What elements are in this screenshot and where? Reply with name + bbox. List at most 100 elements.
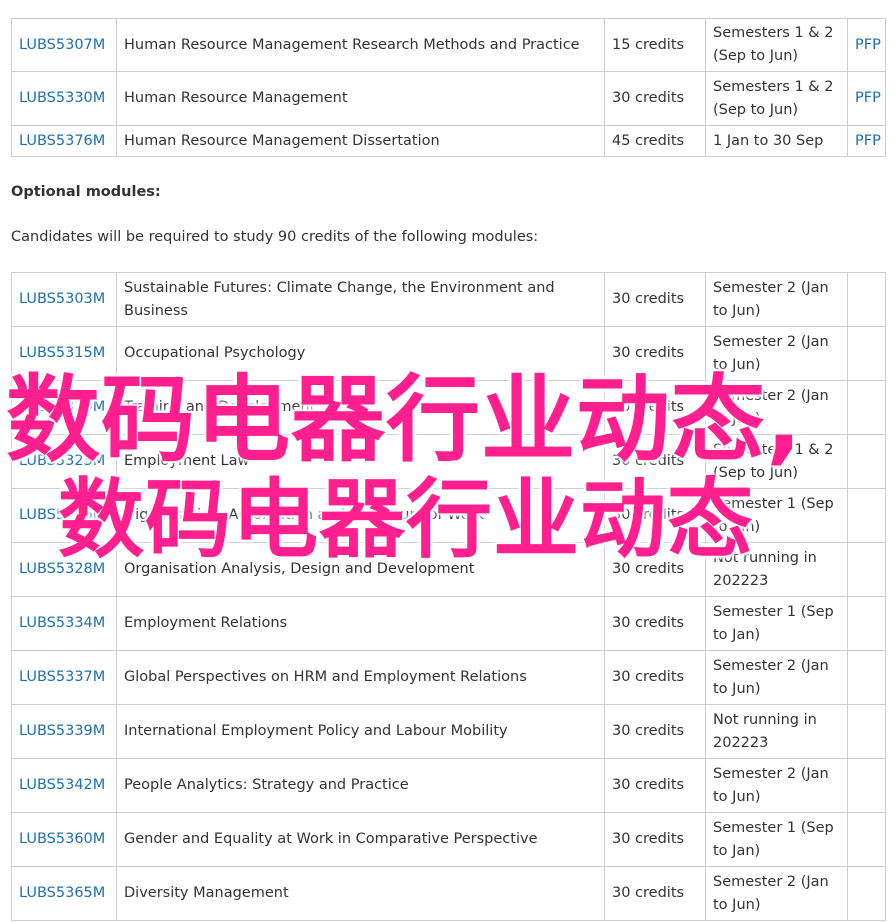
module-code-cell[interactable]: LUBS5337M [11,650,117,705]
module-semester-line1: Semester 2 (Jan [713,387,829,404]
module-semester-line1: Semester 2 (Jan [713,333,829,350]
module-code-link[interactable]: LUBS5320M [19,399,105,415]
module-title-line1: Sustainable Futures: Climate Change, the… [124,279,555,296]
module-semester-line2: to Jun) [713,788,761,805]
module-code-link[interactable]: LUBS5365M [19,885,105,901]
pfp-cell[interactable]: PFP [847,18,886,72]
module-credits: 30 credits [604,650,706,705]
module-code-link[interactable]: LUBS5339M [19,723,105,739]
module-title-line2: Business [124,302,188,319]
module-semester: Semesters 1 & 2 (Sep to Jun) [705,71,848,126]
module-semester-line1: Semester 2 (Jan [713,873,829,890]
module-credits: 30 credits [604,866,706,921]
module-semester-line2: to Jun) [713,356,761,373]
module-code-cell[interactable]: LUBS5326M [11,488,117,543]
module-code-cell[interactable]: LUBS5334M [11,596,117,651]
module-code-cell[interactable]: LUBS5323M [11,434,117,489]
module-credits: 30 credits [604,434,706,489]
module-code-cell[interactable]: LUBS5376M [11,125,117,157]
module-code-link[interactable]: LUBS5323M [19,453,105,469]
pfp-cell [847,434,886,489]
module-credits: 45 credits [604,125,706,157]
module-code-cell[interactable]: LUBS5365M [11,866,117,921]
module-title-line1: International Employment Policy and Labo… [124,723,508,739]
pfp-link[interactable]: PFP [855,133,881,149]
module-title: Organisation Analysis, Design and Develo… [116,542,605,597]
module-code-link[interactable]: LUBS5337M [19,669,105,685]
module-semester: Semester 2 (Jan to Jun) [705,866,848,921]
module-title: Global Perspectives on HRM and Employmen… [116,650,605,705]
table-row: LUBS5320M Training and Development 30 cred… [11,380,886,435]
module-title: Digitalisation, Automation and the Futur… [116,488,605,543]
module-credits: 30 credits [604,272,706,327]
module-code-cell[interactable]: LUBS5330M [11,71,117,126]
module-semester-line2: to Jan) [713,842,761,859]
pfp-cell [847,380,886,435]
module-credits: 30 credits [604,596,706,651]
module-title-line1: Digitalisation, Automation and the Futur… [124,507,484,523]
pfp-cell[interactable]: PFP [847,71,886,126]
module-semester-line1: Semesters 1 & 2 [713,441,834,458]
module-semester: Semester 2 (Jan to Jun) [705,650,848,705]
table-row: LUBS5342M People Analytics: Strategy and … [11,758,886,813]
module-code-cell[interactable]: LUBS5342M [11,758,117,813]
module-semester-line2: 202223 [713,572,769,589]
module-code-link[interactable]: LUBS5360M [19,831,105,847]
module-code-link[interactable]: LUBS5342M [19,777,105,793]
pfp-cell [847,650,886,705]
module-semester-line1: Semester 1 (Sep [713,603,834,620]
module-title: Gender and Equality at Work in Comparati… [116,812,605,867]
pfp-cell [847,326,886,381]
module-code-link[interactable]: LUBS5376M [19,133,105,149]
module-semester-line2: to Jan) [713,518,761,535]
module-code-cell[interactable]: LUBS5320M [11,380,117,435]
table-row: LUBS5365M Diversity Management 30 credits S… [11,866,886,921]
module-code-link[interactable]: LUBS5307M [19,37,105,53]
module-semester-line1: Not running in [713,711,817,728]
module-title: Employment Law [116,434,605,489]
module-credits: 30 credits [604,326,706,381]
module-title: Human Resource Management Research Metho… [116,18,605,72]
module-credits: 30 credits [604,542,706,597]
module-semester: 1 Jan to 30 Sep [705,125,848,157]
module-credits: 30 credits [604,758,706,813]
module-code-cell[interactable]: LUBS5315M [11,326,117,381]
module-code-link[interactable]: LUBS5315M [19,345,105,361]
pfp-cell[interactable]: PFP [847,125,886,157]
module-semester-line1: Semester 1 (Sep [713,495,834,512]
pfp-cell [847,596,886,651]
pfp-cell [847,758,886,813]
module-credits: 30 credits [604,71,706,126]
module-code-cell[interactable]: LUBS5328M [11,542,117,597]
module-code-link[interactable]: LUBS5303M [19,291,105,307]
optional-modules-body: LUBS5303M Sustainable Futures: Climate Ch… [11,272,886,921]
module-credits: 30 credits [604,488,706,543]
module-code-link[interactable]: LUBS5330M [19,90,105,106]
module-code-link[interactable]: LUBS5334M [19,615,105,631]
module-code-cell[interactable]: LUBS5360M [11,812,117,867]
table-row: LUBS5303M Sustainable Futures: Climate Ch… [11,272,886,327]
module-credits: 30 credits [604,812,706,867]
module-code-cell[interactable]: LUBS5339M [11,704,117,759]
pfp-link[interactable]: PFP [855,90,881,106]
module-code-link[interactable]: LUBS5328M [19,561,105,577]
module-code-cell[interactable]: LUBS5303M [11,272,117,327]
table-row: LUBS5315M Occupational Psychology 30 credi… [11,326,886,381]
module-code-cell[interactable]: LUBS5307M [11,18,117,72]
module-title-line1: Employment Relations [124,615,288,631]
table-row: LUBS5337M Global Perspectives on HRM and … [11,650,886,705]
module-semester-line2: to Jun) [713,896,761,913]
module-semester: Semesters 1 & 2 (Sep to Jun) [705,18,848,72]
module-code-link[interactable]: LUBS5326M [19,507,105,523]
module-semester: Semester 1 (Sep to Jan) [705,488,848,543]
table-row: LUBS5330M Human Resource Management 30 c… [11,71,886,126]
module-title-line1: Gender and Equality at Work in Comparati… [124,831,538,847]
module-credits: 30 credits [604,380,706,435]
module-semester: Semester 2 (Jan to Jun) [705,758,848,813]
pfp-link[interactable]: PFP [855,37,881,53]
table-row: LUBS5339M International Employment Policy… [11,704,886,759]
module-semester: Semesters 1 & 2 (Sep to Jun) [705,434,848,489]
table-row: LUBS5360M Gender and Equality at Work in … [11,812,886,867]
pfp-cell [847,866,886,921]
module-title: International Employment Policy and Labo… [116,704,605,759]
